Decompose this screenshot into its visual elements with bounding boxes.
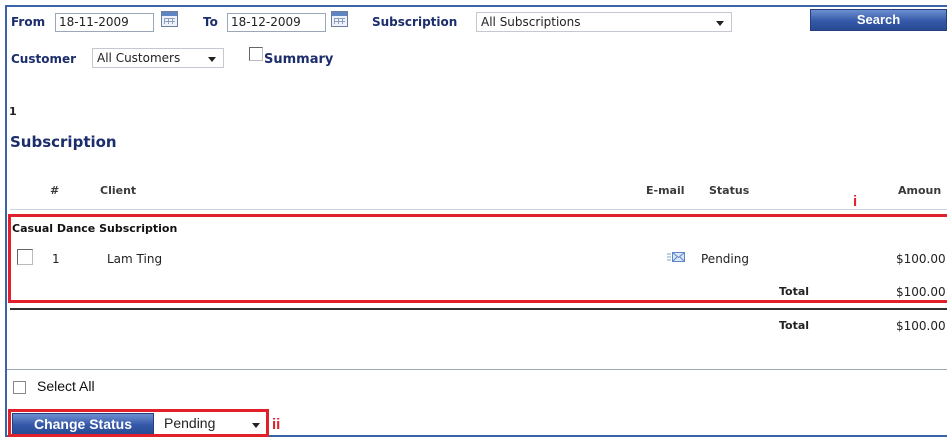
to-calendar-icon[interactable] [331, 11, 348, 27]
from-date-input[interactable]: 18-11-2009 [55, 13, 154, 32]
chevron-down-icon [716, 21, 724, 26]
footer-divider [7, 369, 947, 370]
annotation-box-i [8, 214, 947, 303]
chevron-down-icon [208, 57, 216, 62]
grand-total-value: $100.00 [896, 319, 946, 333]
section-title: Subscription [10, 133, 117, 151]
customer-select[interactable]: All Customers [92, 48, 224, 68]
grand-total-label: Total [779, 319, 810, 332]
select-all-checkbox[interactable] [13, 381, 26, 394]
customer-label: Customer [11, 52, 77, 66]
annotation-mark-i: i [853, 193, 858, 210]
from-label: From [11, 15, 46, 29]
col-header-amount: Amoun [898, 184, 942, 197]
subscription-label: Subscription [372, 15, 458, 29]
subscription-select-value: All Subscriptions [481, 15, 581, 29]
header-divider [10, 209, 947, 210]
search-button-label: Search [856, 12, 901, 27]
subscription-select[interactable]: All Subscriptions [476, 12, 732, 32]
summary-checkbox[interactable] [249, 47, 263, 61]
page-count: 1 [9, 105, 17, 118]
from-calendar-icon[interactable] [161, 11, 178, 27]
col-header-status: Status [709, 184, 750, 197]
search-button[interactable]: Search [810, 9, 947, 31]
select-all-label: Select All [37, 378, 95, 394]
annotation-mark-ii: ii [272, 416, 281, 433]
col-header-client: Client [100, 184, 137, 197]
customer-select-value: All Customers [97, 51, 181, 65]
annotation-box-ii [8, 409, 269, 437]
col-header-number: # [50, 184, 60, 197]
grand-total-divider [10, 308, 947, 310]
to-label: To [203, 15, 218, 29]
col-header-email: E-mail [646, 184, 685, 197]
to-date-input[interactable]: 18-12-2009 [227, 13, 326, 32]
summary-label: Summary [264, 52, 334, 67]
